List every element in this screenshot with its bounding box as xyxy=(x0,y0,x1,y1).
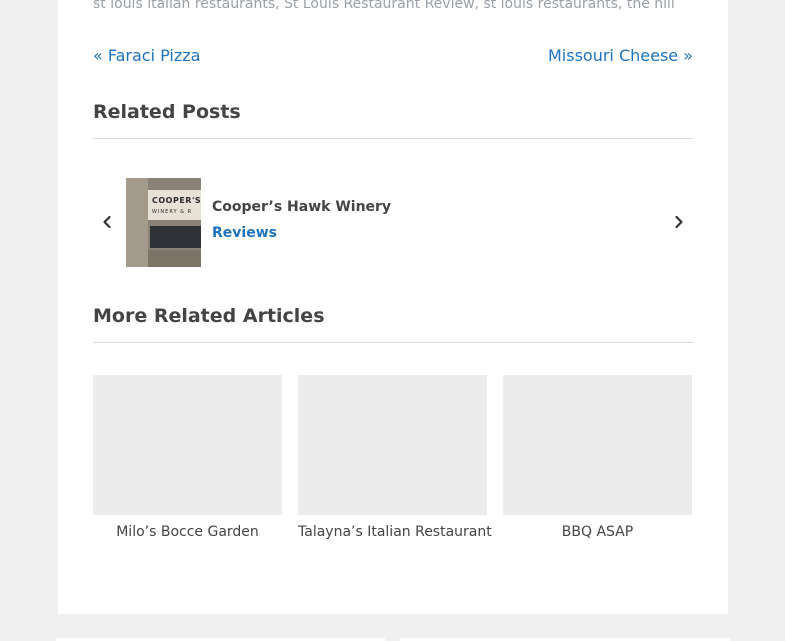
carousel-prev-button[interactable] xyxy=(97,212,117,232)
divider xyxy=(93,342,693,343)
more-related-heading: More Related Articles xyxy=(93,305,325,327)
tag-link[interactable]: the hill xyxy=(627,0,675,12)
related-post-title[interactable]: Cooper’s Hawk Winery xyxy=(212,199,391,215)
article-caption: BBQ ASAP xyxy=(561,524,634,540)
chevron-right-icon xyxy=(675,215,683,229)
related-article-card[interactable]: Milo’s Bocce Garden xyxy=(93,375,282,545)
related-article-card[interactable]: BBQ ASAP xyxy=(503,375,692,545)
tag-link[interactable]: St Louis Restaurant Review xyxy=(284,0,475,12)
post-tags: st louis italian restaurants, St Louis R… xyxy=(93,0,675,12)
chevron-left-icon xyxy=(103,215,111,229)
article-caption: Milo’s Bocce Garden xyxy=(116,524,259,540)
thumbnail-sign: COOPER'S WINERY & R xyxy=(148,190,201,220)
article-caption: Talayna’s Italian Restaurant xyxy=(298,524,492,540)
related-post-category[interactable]: Reviews xyxy=(212,225,277,241)
carousel-next-button[interactable] xyxy=(669,212,689,232)
divider xyxy=(93,138,693,139)
tag-link[interactable]: st louis restaurants xyxy=(483,0,617,12)
article-image-placeholder xyxy=(298,375,487,515)
related-posts-carousel: COOPER'S WINERY & R Cooper’s Hawk Winery… xyxy=(93,178,693,268)
related-article-card[interactable]: Talayna’s Italian Restaurant xyxy=(298,375,492,545)
post-navigation: « Faraci Pizza Missouri Cheese » xyxy=(93,46,693,70)
next-post-link[interactable]: Missouri Cheese » xyxy=(548,46,693,65)
related-post-thumbnail[interactable]: COOPER'S WINERY & R xyxy=(126,178,201,267)
more-related-grid: Milo’s Bocce Garden Talayna’s Italian Re… xyxy=(93,375,693,545)
tag-link[interactable]: st louis italian restaurants xyxy=(93,0,275,12)
article-image-placeholder xyxy=(503,375,692,515)
previous-post-link[interactable]: « Faraci Pizza xyxy=(93,46,200,65)
article-image-placeholder xyxy=(93,375,282,515)
related-posts-heading: Related Posts xyxy=(93,101,241,123)
